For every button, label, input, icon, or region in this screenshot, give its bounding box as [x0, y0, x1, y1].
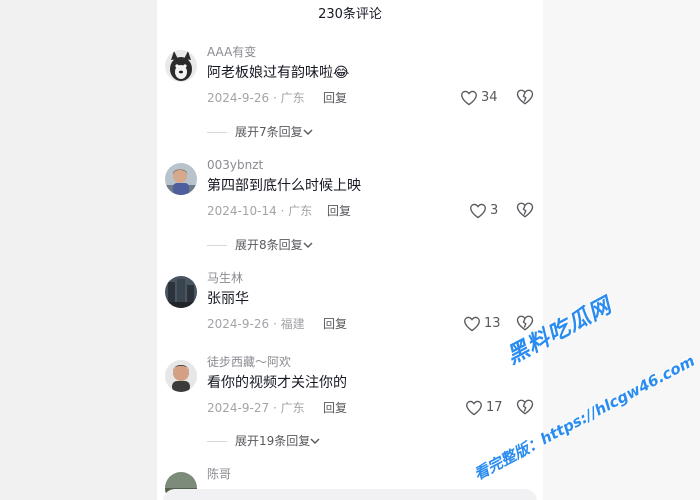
avatar[interactable]: [165, 360, 197, 392]
like-count: 34: [481, 90, 498, 105]
expand-replies-button[interactable]: 展开7条回复: [207, 124, 313, 140]
broken-heart-icon[interactable]: [516, 201, 534, 219]
chevron-down-icon: [310, 438, 320, 444]
comment-username[interactable]: 马生林: [207, 270, 243, 286]
left-background: [0, 0, 157, 500]
divider-line: [207, 244, 227, 246]
comment-username[interactable]: 陈哥: [207, 466, 231, 482]
expand-replies-button[interactable]: 展开8条回复: [207, 237, 313, 253]
like-count: 13: [484, 316, 501, 331]
chevron-down-icon: [303, 129, 313, 135]
avatar[interactable]: [165, 50, 197, 82]
comment-date: 2024-9-26: [207, 317, 270, 331]
reply-button[interactable]: 回复: [323, 90, 347, 106]
meta-separator: ·: [280, 204, 285, 218]
expand-replies-button[interactable]: 展开19条回复: [207, 433, 320, 449]
comment-location: 福建: [280, 317, 305, 331]
comment-date: 2024-9-26: [207, 91, 270, 105]
comment-location: 广东: [280, 91, 305, 105]
comment-text: 第四部到底什么时候上映: [207, 178, 361, 194]
reply-button[interactable]: 回复: [323, 316, 347, 332]
like-button[interactable]: 34: [460, 89, 498, 107]
comment-date: 2024-10-14: [207, 204, 277, 218]
reply-button[interactable]: 回复: [327, 203, 351, 219]
divider-line: [207, 440, 227, 442]
comment-username[interactable]: 徒步西藏～阿欢: [207, 354, 291, 370]
comment-meta: 2024-9-27 · 广东: [207, 400, 305, 416]
comments-count-title: 230条评论: [318, 7, 382, 22]
meta-separator: ·: [272, 91, 277, 105]
comment-date: 2024-9-27: [207, 401, 270, 415]
comment-username[interactable]: AAA有变: [207, 44, 256, 60]
expand-replies-label: 展开19条回复: [235, 434, 311, 448]
heart-icon: [466, 400, 482, 416]
like-count: 17: [486, 400, 503, 415]
comment-meta: 2024-9-26 · 福建: [207, 316, 305, 332]
avatar[interactable]: [165, 163, 197, 195]
comment-location: 广东: [288, 204, 313, 218]
reply-button[interactable]: 回复: [323, 400, 347, 416]
heart-icon: [461, 90, 477, 106]
heart-icon: [470, 203, 486, 219]
divider-line: [207, 131, 227, 133]
broken-heart-icon[interactable]: [516, 398, 534, 416]
comment-username[interactable]: 003ybnzt: [207, 157, 263, 173]
comment-text: 张丽华: [207, 291, 249, 307]
meta-separator: ·: [272, 317, 277, 331]
like-count: 3: [490, 203, 499, 218]
heart-icon: [464, 316, 480, 332]
comments-panel: 230条评论 AAA有变 阿老板娘过有韵味啦😂 2024-9-26 · 广东 回…: [157, 0, 543, 500]
expand-replies-label: 展开7条回复: [235, 125, 303, 139]
chevron-down-icon: [303, 242, 313, 248]
comment-text: 阿老板娘过有韵味啦😂: [207, 65, 350, 81]
comment-location: 广东: [280, 401, 305, 415]
meta-separator: ·: [272, 401, 277, 415]
like-button[interactable]: 3: [469, 202, 498, 220]
like-button[interactable]: 17: [465, 399, 503, 417]
comment-meta: 2024-10-14 · 广东: [207, 203, 312, 219]
comment-meta: 2024-9-26 · 广东: [207, 90, 305, 106]
comment-input-bar[interactable]: [163, 489, 537, 500]
broken-heart-icon[interactable]: [516, 88, 534, 106]
expand-replies-label: 展开8条回复: [235, 238, 303, 252]
like-button[interactable]: 13: [463, 315, 501, 333]
avatar[interactable]: [165, 276, 197, 308]
comment-text: 看你的视频才关注你的: [207, 375, 347, 391]
